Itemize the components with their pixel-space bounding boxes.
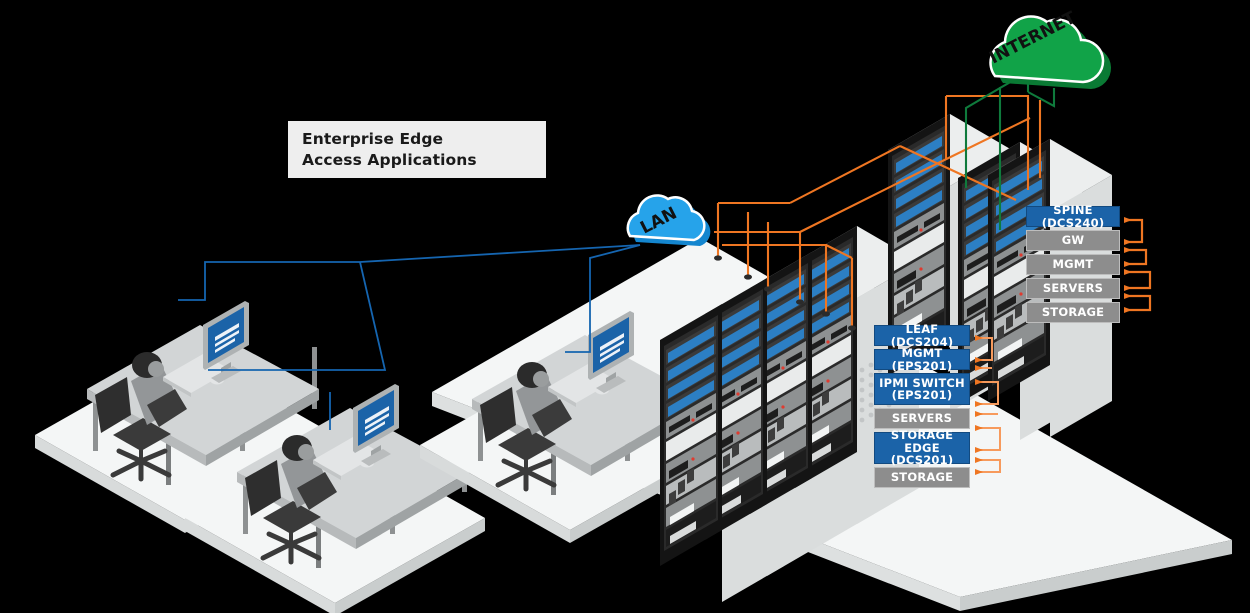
lan-cloud[interactable]: LAN — [626, 194, 711, 246]
legend-row-storage[interactable]: STORAGE — [874, 467, 970, 488]
legend-right: SPINE (DCS240) GW MGMT SERVERS STORAGE — [1026, 204, 1120, 323]
legend-row-mgmt-eps201[interactable]: MGMT (EPS201) — [874, 347, 970, 372]
legend-row-servers[interactable]: SERVERS — [874, 408, 970, 429]
legend-row-ipmi-switch-eps201[interactable]: IPMI SWITCH (EPS201) — [874, 373, 970, 405]
title-line-2: Access Applications — [302, 150, 477, 169]
diagram-canvas: LAN INTERNET Enterprise Edge Access Appl… — [0, 0, 1250, 613]
legend-row-leaf-dcs204[interactable]: LEAF (DCS204) — [874, 323, 970, 348]
workstation-platform-group — [35, 301, 485, 613]
legend-row-servers[interactable]: SERVERS — [1026, 278, 1120, 299]
legend-row-storage[interactable]: STORAGE — [1026, 302, 1120, 323]
legend-row-storage-edge-dcs201[interactable]: STORAGE EDGE (DCS201) — [874, 429, 970, 467]
internet-cloud[interactable]: INTERNET — [986, 8, 1112, 89]
title-box: Enterprise Edge Access Applications — [288, 121, 546, 178]
legend-left: LEAF (DCS204) MGMT (EPS201) IPMI SWITCH (E… — [874, 323, 970, 488]
title-line-1: Enterprise Edge — [302, 129, 444, 148]
legend-row-mgmt[interactable]: MGMT — [1026, 254, 1120, 275]
legend-row-spine-dcs240[interactable]: SPINE (DCS240) — [1026, 204, 1120, 229]
legend-row-gw[interactable]: GW — [1026, 230, 1120, 251]
